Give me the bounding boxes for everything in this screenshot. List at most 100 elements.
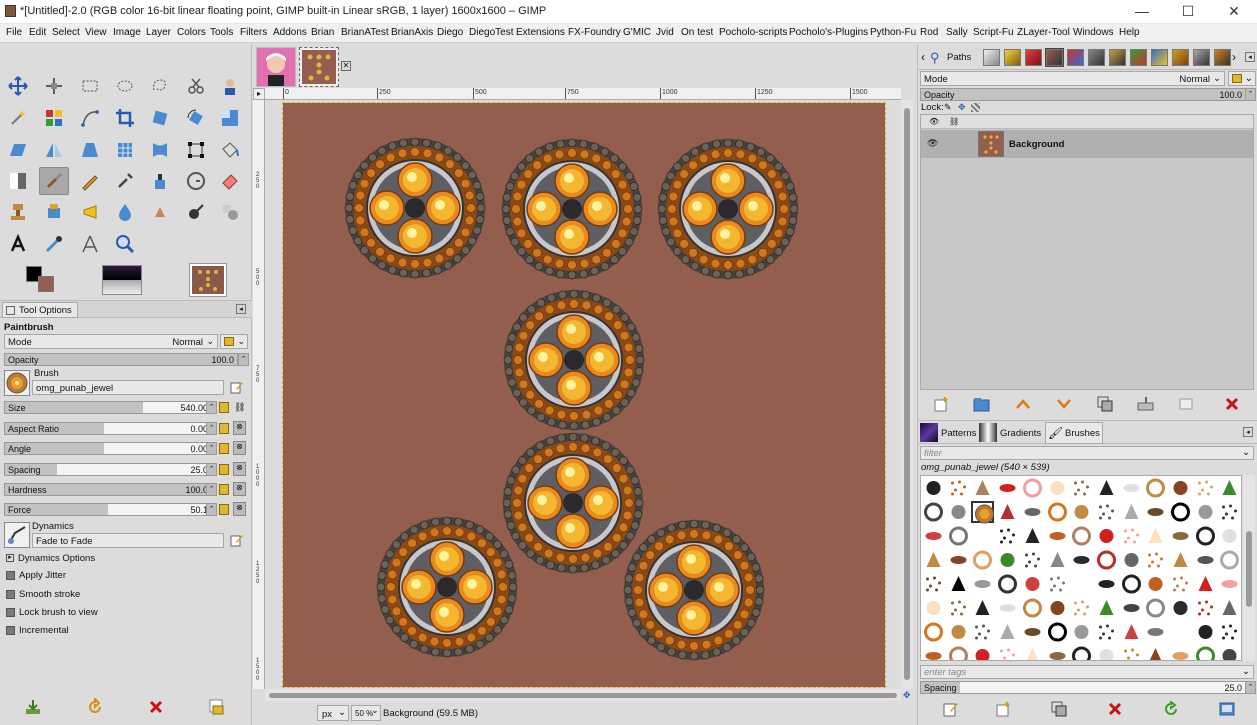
menu-item-jvid[interactable]: Jvid [656,27,674,38]
layer-opacity-spin-button[interactable]: ⌃ [1245,88,1256,101]
dodge-burn-tool[interactable] [181,198,211,226]
brush-grid[interactable] [920,475,1242,661]
reset-force-icon[interactable] [219,504,229,515]
menu-item-fx-foundry[interactable]: FX-Foundry [568,27,621,38]
lower-layer-icon[interactable] [1053,394,1075,414]
menu-item-colors[interactable]: Colors [177,27,206,38]
brush-cell[interactable] [971,477,994,499]
tab-gradients[interactable]: Gradients [979,423,1045,443]
link-spacing-icon[interactable]: ⊗ [233,462,246,476]
brush-cell[interactable] [1144,549,1167,571]
brush-cell[interactable] [996,501,1019,523]
brush-cell[interactable] [996,525,1019,547]
foreground-select-tool[interactable] [215,72,245,100]
angle-slider[interactable]: Angle 0.00 [4,442,212,455]
brush-cell[interactable] [1120,549,1143,571]
menu-item-layer[interactable]: Layer [146,27,171,38]
brush-cell[interactable] [1144,573,1167,595]
brush-cell[interactable] [947,645,970,660]
brush-cell[interactable] [1095,477,1118,499]
brush-cell[interactable] [922,525,945,547]
brush-cell[interactable] [1021,621,1044,643]
brush-editor-icon[interactable] [1151,49,1168,66]
blur-sharpen-tool[interactable] [110,198,140,226]
brush-cell[interactable] [1194,525,1217,547]
brush-cell[interactable] [1120,621,1143,643]
scale-tool[interactable] [215,104,245,132]
raise-layer-icon[interactable] [1012,394,1034,414]
brush-cell[interactable] [1169,549,1192,571]
brush-cell[interactable] [1144,477,1167,499]
tab-menu-icon[interactable]: ◂ [1243,427,1253,437]
menu-item-script-fu[interactable]: Script-Fu [973,27,1014,38]
brush-cell[interactable] [1144,645,1167,660]
brush-cell[interactable] [1194,573,1217,595]
menu-item-help[interactable]: Help [1119,27,1140,38]
brush-cell[interactable] [996,645,1019,660]
delete-tool-preset-icon[interactable] [145,696,167,718]
save-tool-preset-icon[interactable] [22,696,44,718]
brush-cell[interactable] [971,645,994,660]
brush-cell[interactable] [1169,597,1192,619]
menu-item-select[interactable]: Select [52,27,80,38]
horizontal-scroll-thumb[interactable] [269,693,897,698]
brush-cell[interactable] [1218,573,1241,595]
brush-cell[interactable] [1218,621,1241,643]
brush-cell[interactable] [971,549,994,571]
menu-item-view[interactable]: View [85,27,107,38]
brush-cell[interactable] [922,645,945,660]
brush-cell[interactable] [922,549,945,571]
brush-cell[interactable] [1046,477,1069,499]
unit-select[interactable]: px ⌄ [317,705,349,721]
brush-cell[interactable] [922,621,945,643]
minimize-button[interactable]: — [1119,0,1165,24]
canvas-viewport[interactable] [265,100,901,689]
menu-item-g-mic[interactable]: G'MIC [623,27,651,38]
crop-tool[interactable] [110,104,140,132]
background-color-swatch[interactable] [38,276,54,292]
brush-cell[interactable] [1120,573,1143,595]
maximize-button[interactable]: ☐ [1165,0,1211,24]
size-spin-button[interactable]: ⌃ [206,401,217,414]
alignment-tool[interactable] [39,72,69,100]
color-picker-tool[interactable] [39,230,69,258]
vertical-scroll-thumb[interactable] [904,108,910,680]
link-aspect-icon[interactable]: ⊗ [233,421,246,435]
visibility-eye-icon[interactable]: 👁 [927,138,938,149]
menu-item-zlayer-tool[interactable]: ZLayer-Tool [1017,27,1070,38]
brush-cell[interactable] [1021,573,1044,595]
brush-cell[interactable] [1144,597,1167,619]
brush-cell[interactable] [1218,477,1241,499]
menu-item-pocholo-scripts[interactable]: Pocholo-scripts [719,27,787,38]
error-console-icon[interactable] [1025,49,1042,66]
fonts-icon[interactable] [1172,49,1189,66]
brush-filter-select[interactable]: filter ⌄ [920,446,1254,460]
brush-cell[interactable] [1144,501,1167,523]
shear-tool[interactable] [3,136,33,164]
brush-cell[interactable] [1120,477,1143,499]
menu-item-diegotest[interactable]: DiegoTest [469,27,513,38]
reset-aspect-icon[interactable] [219,423,229,434]
menu-item-addons[interactable]: Addons [273,27,307,38]
vertical-scrollbar[interactable] [901,100,913,689]
delete-brush-icon[interactable] [1104,699,1126,719]
dynamics-preview-button[interactable] [4,522,30,548]
layers-icon[interactable] [983,49,1000,66]
pencil-tool[interactable] [75,167,105,195]
delete-layer-icon[interactable] [1221,394,1243,414]
link-hardness-icon[interactable]: ⊗ [233,482,246,496]
menu-item-rod[interactable]: Rod [920,27,938,38]
new-layer-group-icon[interactable] [971,394,993,414]
brush-cell[interactable] [971,501,995,524]
menu-item-file[interactable]: File [6,27,22,38]
brush-cell[interactable] [1021,597,1044,619]
lock-alpha-icon[interactable] [971,103,980,112]
brush-cell[interactable] [1095,573,1118,595]
gegl-operation-tool[interactable] [215,198,245,226]
mode-reset-button[interactable]: ⌄ [220,334,248,349]
brush-cell[interactable] [1169,621,1192,643]
tool-presets-icon[interactable] [1109,49,1126,66]
rect-select-tool[interactable] [75,72,105,100]
smudge-tool[interactable] [145,198,175,226]
hardness-spin-button[interactable]: ⌃ [206,483,217,496]
